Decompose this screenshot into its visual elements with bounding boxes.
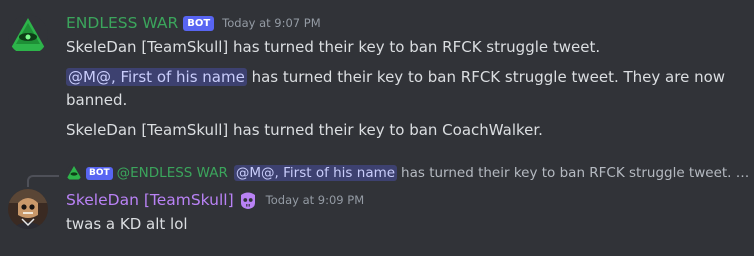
skeledan-avatar[interactable] bbox=[8, 189, 48, 229]
message-line: SkeleDan [TeamSkull] has turned their ke… bbox=[66, 121, 543, 139]
user-mention[interactable]: @M@, First of his name bbox=[233, 165, 398, 181]
message-line-continued: banned. bbox=[66, 91, 128, 109]
skull-role-icon-graphic bbox=[240, 192, 255, 209]
reply-reference[interactable]: BOT @ENDLESS WAR @M@, First of his name … bbox=[66, 163, 750, 183]
timestamp[interactable]: Today at 9:09 PM bbox=[266, 193, 364, 207]
message-header: ENDLESS WAR BOT Today at 9:07 PM bbox=[66, 12, 321, 34]
skeleton-avatar-icon bbox=[8, 189, 48, 229]
reply-spine bbox=[27, 175, 59, 187]
message-line: @M@, First of his name has turned their … bbox=[66, 66, 725, 88]
reply-avatar bbox=[66, 165, 82, 181]
chat-messages: ENDLESS WAR BOT Today at 9:07 PM SkeleDa… bbox=[0, 0, 754, 256]
bot-badge: BOT bbox=[183, 15, 215, 31]
reply-preview-text[interactable]: has turned their key to ban RFCK struggl… bbox=[401, 165, 750, 181]
message-line: twas a KD alt lol bbox=[66, 215, 188, 233]
user-mention[interactable]: @M@, First of his name bbox=[66, 68, 247, 86]
green-pyramid-eye-icon bbox=[66, 165, 82, 181]
message-header: SkeleDan [TeamSkull] Today at 9:09 PM bbox=[66, 189, 364, 211]
reply-username[interactable]: @ENDLESS WAR bbox=[117, 165, 228, 181]
username[interactable]: ENDLESS WAR bbox=[66, 14, 178, 32]
endless-war-avatar[interactable] bbox=[8, 15, 48, 55]
message-text: has turned their key to ban RFCK struggl… bbox=[246, 68, 726, 86]
bot-badge: BOT bbox=[86, 166, 113, 180]
username[interactable]: SkeleDan [TeamSkull] bbox=[66, 191, 234, 209]
green-pyramid-eye-icon bbox=[8, 15, 48, 55]
timestamp[interactable]: Today at 9:07 PM bbox=[222, 16, 320, 30]
skull-role-icon[interactable] bbox=[238, 190, 258, 210]
message-line: SkeleDan [TeamSkull] has turned their ke… bbox=[66, 38, 601, 56]
